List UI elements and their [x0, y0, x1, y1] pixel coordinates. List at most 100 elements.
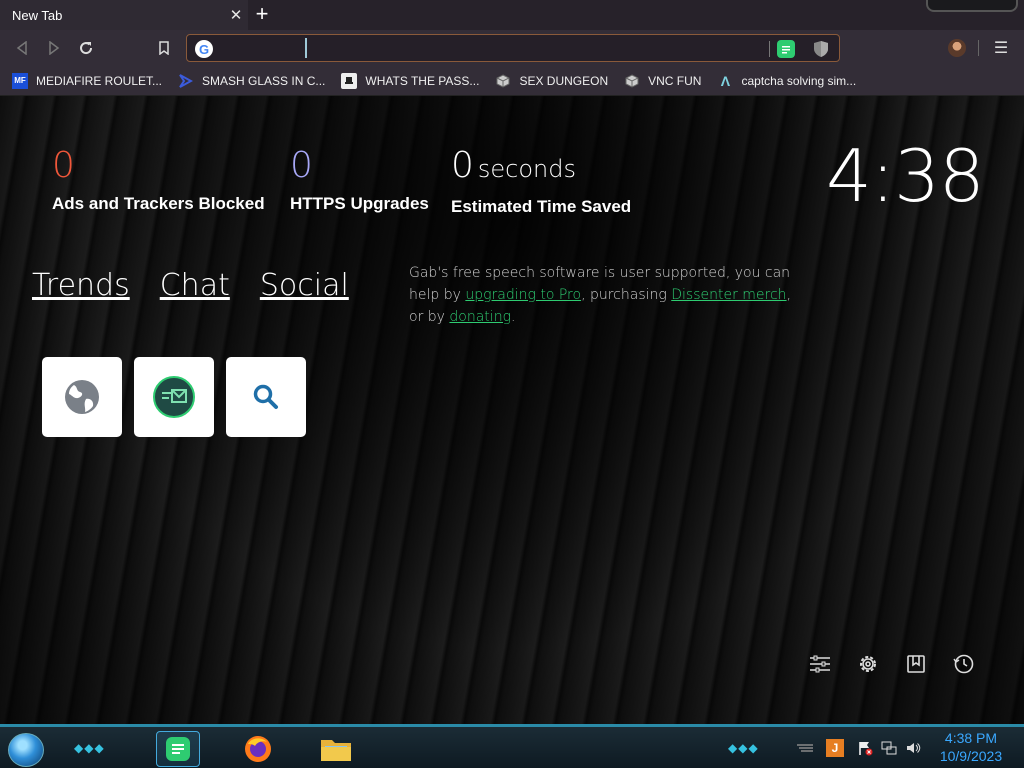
back-icon [16, 41, 27, 55]
top-links: Trends Chat Social [32, 268, 379, 303]
bookmark-label: MEDIAFIRE ROULET... [36, 73, 163, 88]
sliders-icon [810, 655, 830, 673]
reload-button[interactable] [74, 37, 98, 59]
dissenter-merch-link[interactable]: Dissenter merch [671, 287, 786, 303]
taskbar-app-explorer[interactable] [314, 731, 358, 767]
cube-icon [624, 73, 640, 89]
stat-value-row: 0 seconds [451, 146, 631, 189]
stat-time-saved: 0 seconds Estimated Time Saved [451, 146, 631, 217]
stat-value: 0 [52, 145, 75, 186]
bookmark-item[interactable]: WHATS THE PASS... [341, 72, 480, 89]
forward-icon [49, 41, 60, 55]
bookmark-item[interactable]: MF MEDIAFIRE ROULET... [12, 72, 163, 89]
taskbar-decoration: ◆◆◆ [74, 741, 105, 755]
system-date: 10/9/2023 [939, 748, 1003, 764]
firefox-icon [245, 736, 271, 762]
menu-icon[interactable]: ☰ [992, 38, 1010, 58]
profile-avatar[interactable] [948, 39, 966, 57]
customize-button[interactable] [808, 652, 832, 676]
donating-link[interactable]: donating [449, 309, 511, 325]
bookmark-label: WHATS THE PASS... [365, 73, 480, 88]
dissenter-app-icon [166, 737, 190, 761]
taskbar: ◆◆◆ ◆◆◆ J 4:38 PM 10/9/2023 [0, 724, 1024, 768]
address-input[interactable] [221, 38, 741, 60]
bookmarks-bar: MF MEDIAFIRE ROULET... SMASH GLASS IN C.… [0, 66, 1024, 96]
dissenter-comments-icon[interactable] [777, 40, 795, 58]
link-trends[interactable]: Trends [32, 268, 130, 303]
link-social[interactable]: Social [260, 268, 349, 303]
history-icon [953, 654, 974, 674]
folder-icon [321, 740, 351, 761]
back-button[interactable] [10, 37, 34, 59]
taskbar-decoration: ◆◆◆ [728, 741, 759, 755]
toolbar-divider [978, 40, 979, 56]
settings-button[interactable] [856, 652, 880, 676]
search-tile[interactable] [226, 357, 306, 437]
shortcut-tiles [42, 357, 318, 437]
stat-label: HTTPS Upgrades [290, 194, 429, 213]
volume-icon[interactable] [904, 739, 922, 757]
link-chat[interactable]: Chat [160, 268, 230, 303]
stat-value: 0 [290, 145, 313, 186]
text-cursor [305, 38, 307, 58]
window-decoration [926, 0, 1018, 12]
reload-icon [80, 42, 93, 55]
message-icon [153, 376, 195, 418]
bookmark-item[interactable]: Λ captcha solving sim... [717, 73, 856, 89]
page-tools [808, 652, 1000, 676]
system-clock[interactable]: 4:38 PM 10/9/2023 [926, 729, 1016, 765]
bookmark-label: captcha solving sim... [741, 73, 857, 88]
bookmarks-button[interactable] [904, 652, 928, 676]
cube-icon [495, 73, 511, 89]
note-text: . [510, 309, 516, 325]
note-text: , purchasing [581, 287, 672, 303]
bookmark-icon [907, 655, 925, 673]
omnibox-divider [769, 41, 770, 57]
tray-stack-icon [797, 744, 813, 752]
google-icon: G [195, 40, 213, 58]
bookmark-label: VNC FUN [648, 73, 702, 88]
tab-close-button[interactable]: ✕ [224, 6, 248, 24]
stat-value: 0 [451, 145, 474, 186]
hat-icon [341, 72, 358, 89]
mediafire-icon: MF [12, 72, 28, 89]
chat-tile[interactable] [134, 357, 214, 437]
chevron-logo-icon [178, 73, 194, 89]
stat-label: Ads and Trackers Blocked [52, 194, 265, 213]
search-icon [253, 384, 278, 409]
lambda-icon: Λ [720, 72, 731, 89]
stat-label: Estimated Time Saved [451, 197, 632, 216]
action-center-flag-icon[interactable] [856, 739, 874, 757]
bookmark-item[interactable]: SEX DUNGEON [495, 73, 608, 89]
forward-button[interactable] [42, 37, 66, 59]
stat-https-upgrades: 0 HTTPS Upgrades [290, 146, 429, 214]
bookmark-label: SMASH GLASS IN C... [202, 73, 326, 88]
bookmark-page-button[interactable] [152, 37, 176, 59]
taskbar-app-firefox[interactable] [236, 731, 280, 767]
tab-title: New Tab [12, 7, 63, 23]
gear-icon [860, 656, 876, 672]
bookmark-item[interactable]: VNC FUN [624, 73, 701, 89]
globe-icon [65, 380, 99, 414]
taskbar-app-browser[interactable] [156, 731, 200, 767]
globe-tile[interactable] [42, 357, 122, 437]
network-icon[interactable] [880, 739, 898, 757]
gab-support-note: Gab's free speech software is user suppo… [409, 262, 809, 328]
stat-unit: seconds [477, 155, 577, 183]
system-time: 4:38 PM [944, 730, 998, 746]
browser-toolbar: G ☰ [0, 30, 1024, 66]
upgrade-pro-link[interactable]: upgrading to Pro [465, 287, 581, 303]
page-clock: 4:38 [826, 134, 985, 218]
show-hidden-icons[interactable] [796, 739, 814, 757]
bookmark-item[interactable]: SMASH GLASS IN C... [178, 73, 325, 89]
new-tab-page: 0 Ads and Trackers Blocked 0 HTTPS Upgra… [0, 96, 1024, 724]
address-bar[interactable]: G [186, 34, 840, 62]
start-button[interactable] [8, 733, 44, 767]
history-button[interactable] [952, 652, 976, 676]
java-update-icon[interactable]: J [826, 739, 844, 757]
shield-icon[interactable] [813, 40, 829, 58]
tab-new-tab[interactable]: New Tab ✕ [0, 0, 248, 30]
new-tab-button[interactable]: + [250, 3, 274, 27]
stat-ads-blocked: 0 Ads and Trackers Blocked [52, 146, 265, 214]
bookmark-outline-icon [159, 41, 169, 55]
